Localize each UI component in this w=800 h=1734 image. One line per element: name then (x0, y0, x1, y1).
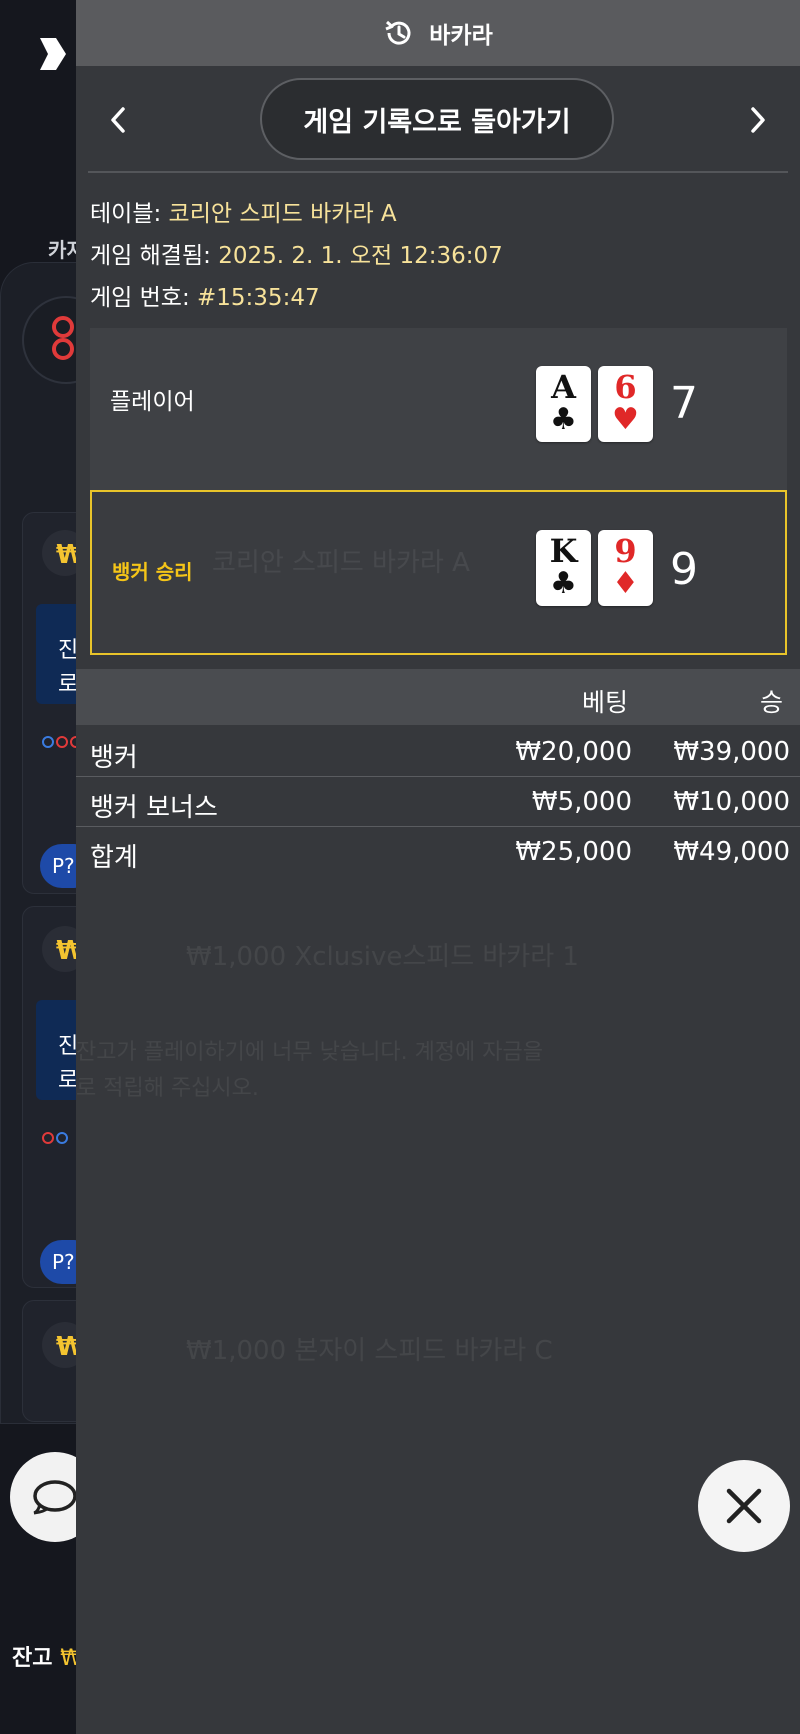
table-value: 코리안 스피드 바카라 A (168, 201, 397, 227)
banker-score: 9 (670, 544, 698, 595)
bet-name: 뱅커 (90, 743, 138, 773)
close-icon (726, 1488, 762, 1524)
card-rank: 6 (614, 368, 637, 406)
playing-card: 9 ♦ (598, 530, 653, 606)
table-label: 테이블: (90, 201, 162, 227)
game-history-drawer: ₩1,000 Xclusive스피드 바카라 1 잔고가 플레이하기에 너무 낮… (76, 0, 800, 1734)
chevron-right-icon (751, 107, 765, 133)
game-number-label: 게임 번호: (90, 285, 190, 311)
table-row: 뱅커 ₩20,000 ₩39,000 (76, 727, 800, 777)
resolved-value: 2025. 2. 1. 오전 12:36:07 (218, 243, 503, 269)
close-button[interactable] (698, 1460, 790, 1552)
playing-card: A ♣ (536, 366, 591, 442)
playing-card: K ♣ (536, 530, 591, 606)
ghost-text: ₩1,000 Xclusive스피드 바카라 1 (186, 942, 579, 972)
header-divider (88, 171, 788, 173)
next-game-button[interactable] (738, 100, 778, 140)
history-icon (385, 20, 411, 45)
club-suit-icon: ♣ (550, 566, 577, 601)
player-score: 7 (670, 378, 698, 429)
table-row-total: 합계 ₩25,000 ₩49,000 (76, 827, 800, 877)
total-bet-amount: ₩25,000 (515, 837, 632, 867)
club-suit-icon: ♣ (550, 402, 577, 437)
diamond-suit-icon: ♦ (612, 566, 639, 601)
player-label: 플레이어 (110, 389, 195, 415)
card-rank: K (549, 532, 578, 570)
bets-table-header: 베팅 승 (76, 669, 800, 725)
ghost-text: 로 적립해 주십시오. (76, 1076, 259, 1101)
total-win-amount: ₩49,000 (673, 837, 790, 867)
bet-amount: ₩5,000 (531, 787, 632, 817)
banker-win-label: 뱅커 승리 (112, 560, 193, 584)
win-column-header: 승 (760, 688, 784, 717)
playing-card: 6 ♥ (598, 366, 653, 442)
ghost-text: 잔고가 플레이하기에 너무 낮습니다. 계정에 자금을 (76, 1040, 544, 1065)
heart-suit-icon: ♥ (612, 402, 639, 437)
bet-amount: ₩20,000 (515, 737, 632, 767)
game-number-value: #15:35:47 (197, 285, 320, 311)
bet-name: 뱅커 보너스 (90, 793, 218, 823)
ghost-text: 코리안 스피드 바카라 A (212, 548, 470, 578)
road-icon (52, 316, 74, 360)
win-amount: ₩10,000 (673, 787, 790, 817)
banker-hand: 코리안 스피드 바카라 A 뱅커 승리 K ♣ 9 ♦ 9 (90, 490, 787, 655)
logo-icon (40, 38, 66, 70)
ghost-text: ₩1,000 본자이 스피드 바카라 C (186, 1336, 553, 1366)
table-info: 테이블: 코리안 스피드 바카라 A (90, 194, 397, 228)
chat-bubble-icon (33, 1480, 77, 1515)
chevron-left-icon (111, 107, 125, 133)
card-rank: A (551, 368, 576, 406)
drawer-header: 바카라 (76, 0, 800, 66)
balance-label: 잔고 (12, 1646, 53, 1671)
drawer-title: 바카라 (429, 23, 493, 49)
total-label: 합계 (90, 843, 138, 873)
win-amount: ₩39,000 (673, 737, 790, 767)
card-rank: 9 (614, 532, 637, 570)
player-hand: 플레이어 A ♣ 6 ♥ 7 (90, 328, 787, 490)
resolved-label: 게임 해결됨: (90, 243, 211, 269)
back-to-history-button[interactable]: 게임 기록으로 돌아가기 (260, 78, 614, 160)
resolved-info: 게임 해결됨: 2025. 2. 1. 오전 12:36:07 (90, 236, 503, 270)
table-row: 뱅커 보너스 ₩5,000 ₩10,000 (76, 777, 800, 827)
bet-column-header: 베팅 (582, 688, 629, 717)
game-number-info: 게임 번호: #15:35:47 (90, 278, 320, 312)
previous-game-button[interactable] (98, 100, 138, 140)
